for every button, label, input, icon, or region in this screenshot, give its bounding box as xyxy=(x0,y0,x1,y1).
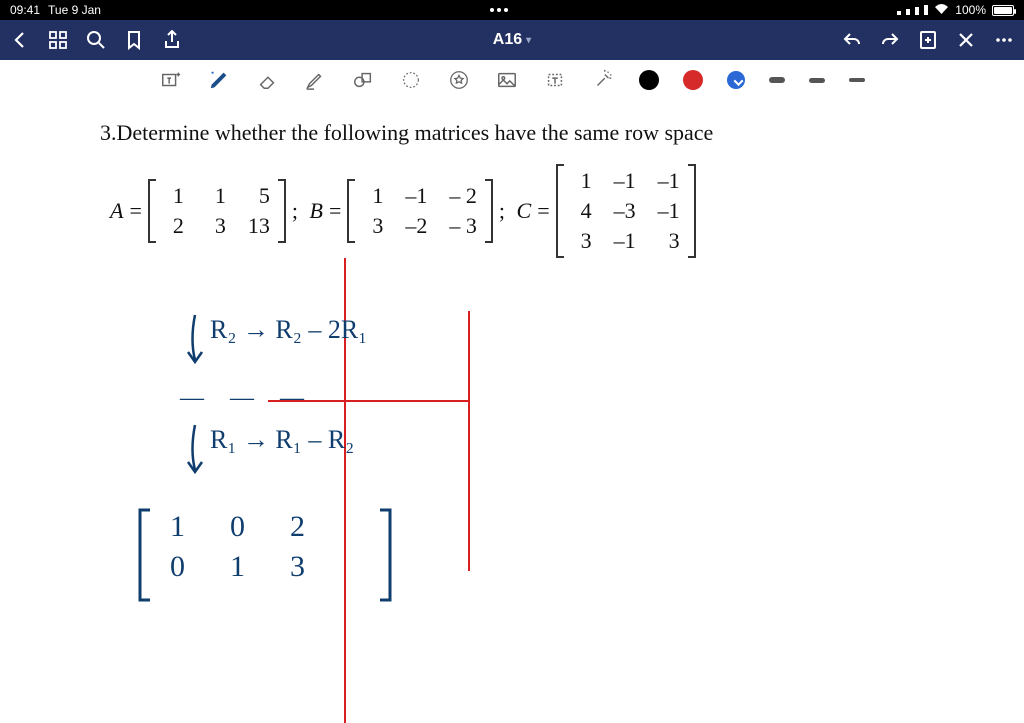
color-red[interactable] xyxy=(683,70,703,90)
matrix-c-label: C xyxy=(517,198,532,224)
grid-view-button[interactable] xyxy=(48,30,68,50)
note-canvas[interactable]: 3.Determine whether the following matric… xyxy=(0,100,1024,716)
handwriting-dashes: — — — xyxy=(180,385,314,412)
handwriting-step2: R₁ → R₁ – R₂ xyxy=(210,425,354,455)
chevron-down-icon: ▾ xyxy=(526,35,531,46)
eraser-tool[interactable] xyxy=(255,68,279,92)
text-tool[interactable] xyxy=(543,68,567,92)
redo-button[interactable] xyxy=(880,30,900,50)
shape-tool[interactable] xyxy=(351,68,375,92)
wifi-icon xyxy=(934,3,949,18)
page-content: 3.Determine whether the following matric… xyxy=(80,110,944,706)
close-button[interactable] xyxy=(956,30,976,50)
matrix-a: 115 2313 xyxy=(148,179,286,243)
drawing-toolbar xyxy=(0,60,1024,100)
share-button[interactable] xyxy=(162,30,182,50)
battery-percent: 100% xyxy=(955,3,986,17)
color-blue-selected[interactable] xyxy=(727,71,745,89)
more-button[interactable] xyxy=(994,30,1014,50)
handwriting-arrow xyxy=(180,420,210,487)
battery-icon xyxy=(992,5,1014,16)
cellular-icon xyxy=(897,5,928,15)
favorites-tool[interactable] xyxy=(447,68,471,92)
bookmark-button[interactable] xyxy=(124,30,144,50)
red-annotation-line xyxy=(468,311,470,571)
status-date: Tue 9 Jan xyxy=(48,3,101,17)
multitask-dots-icon[interactable] xyxy=(490,8,508,12)
stroke-medium[interactable] xyxy=(809,78,825,83)
highlighter-tool[interactable] xyxy=(303,68,327,92)
stroke-thin[interactable] xyxy=(849,78,865,82)
lasso-tool[interactable] xyxy=(399,68,423,92)
matrix-c: 1–1–1 4–3–1 3–13 xyxy=(556,164,696,258)
handwriting-arrow xyxy=(180,310,210,377)
document-title[interactable]: A16 ▾ xyxy=(493,31,531,49)
app-nav-bar: A16 ▾ xyxy=(0,20,1024,60)
status-time: 09:41 xyxy=(10,3,40,17)
matrix-equations: A= 115 2313 ; B= 1–1– 2 3–2– 3 ; C xyxy=(110,164,944,258)
search-button[interactable] xyxy=(86,30,106,50)
matrix-a-label: A xyxy=(110,198,123,224)
add-page-button[interactable] xyxy=(918,30,938,50)
stroke-thick[interactable] xyxy=(769,77,785,83)
undo-button[interactable] xyxy=(842,30,862,50)
textbox-tool[interactable] xyxy=(159,68,183,92)
matrix-b: 1–1– 2 3–2– 3 xyxy=(347,179,493,243)
status-bar: 09:41 Tue 9 Jan 100% xyxy=(0,0,1024,20)
laser-pointer-tool[interactable] xyxy=(591,68,615,92)
problem-statement: 3.Determine whether the following matric… xyxy=(100,120,944,146)
back-button[interactable] xyxy=(10,30,30,50)
matrix-b-label: B xyxy=(310,198,323,224)
pen-tool[interactable] xyxy=(207,68,231,92)
handwriting-result-matrix: 102 013 xyxy=(130,500,400,617)
color-black[interactable] xyxy=(639,70,659,90)
image-tool[interactable] xyxy=(495,68,519,92)
handwriting-step1: R₂ → R₂ – 2R₁ xyxy=(210,315,367,345)
